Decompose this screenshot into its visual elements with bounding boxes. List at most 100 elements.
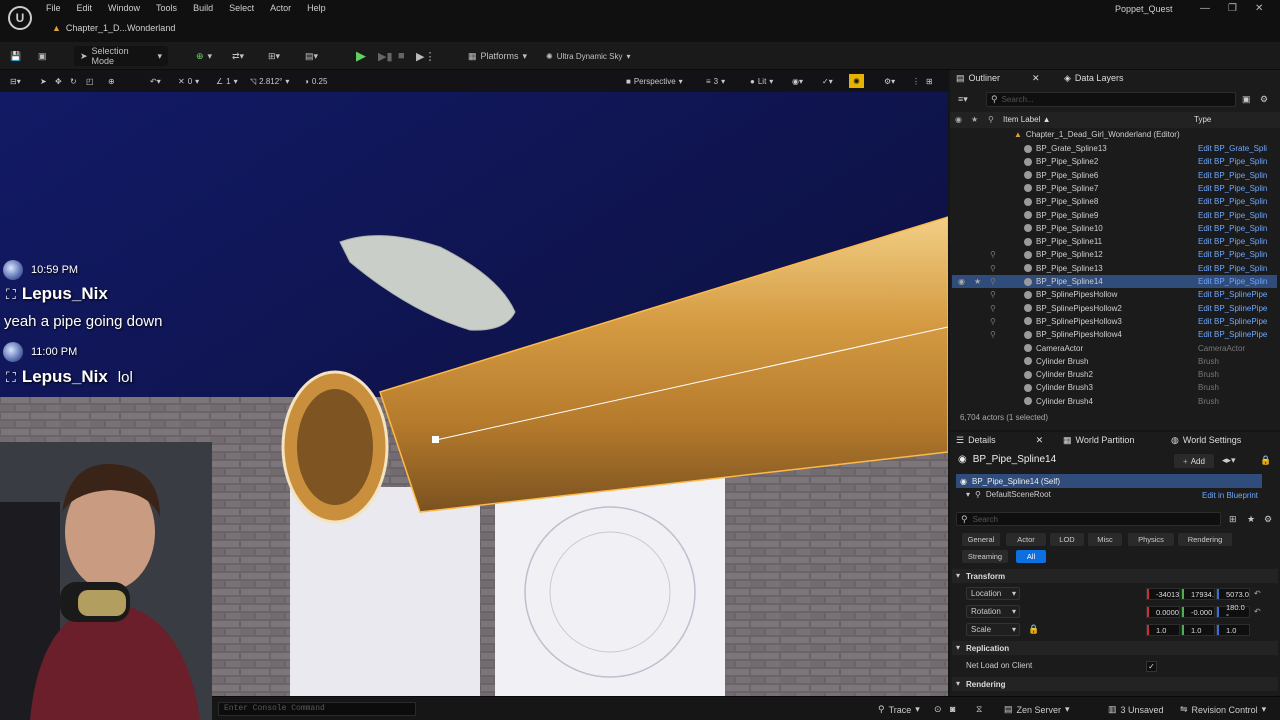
- outliner-row[interactable]: BP_Pipe_Spline10 Edit BP_Pipe_Splin: [952, 222, 1277, 235]
- console-input[interactable]: Enter Console Command: [218, 702, 416, 716]
- rotation-z-input[interactable]: 180.0 °: [1216, 603, 1250, 621]
- favorite-icon[interactable]: ★: [1247, 514, 1255, 525]
- menu-edit[interactable]: Edit: [69, 0, 101, 17]
- scale-z-input[interactable]: 1.0: [1216, 624, 1250, 636]
- actor-name[interactable]: BP_Pipe_Spline14: [973, 454, 1056, 465]
- rotation-y-input[interactable]: -0.000: [1181, 606, 1215, 618]
- pin-icon[interactable]: ⚲: [990, 290, 996, 299]
- unsaved-button[interactable]: ▥ 3 Unsaved: [1108, 704, 1164, 715]
- menu-select[interactable]: Select: [221, 0, 262, 17]
- outliner-row[interactable]: CameraActor CameraActor: [952, 342, 1277, 355]
- snapping-icon[interactable]: ✓▾: [822, 74, 833, 88]
- translate-tool-icon[interactable]: ✥: [55, 74, 62, 88]
- item-label-column[interactable]: Item Label ▲: [1003, 115, 1051, 124]
- outliner-item-type[interactable]: Edit BP_SplinePipe: [1198, 317, 1277, 326]
- reset-icon[interactable]: ↶: [1254, 589, 1261, 598]
- add-actor-icon[interactable]: ⊕ ▾: [196, 46, 212, 66]
- menu-actor[interactable]: Actor: [262, 0, 299, 17]
- reset-icon[interactable]: ↶: [1254, 607, 1261, 616]
- location-dropdown[interactable]: Location ▾: [966, 587, 1020, 600]
- filter-all[interactable]: All: [1016, 550, 1046, 563]
- outliner-item-type[interactable]: Edit BP_Grate_Spli: [1198, 144, 1277, 153]
- outliner-row[interactable]: ⚲ BP_SplinePipesHollow4 Edit BP_SplinePipe: [952, 328, 1277, 341]
- lit-button[interactable]: ● Lit ▾: [750, 74, 773, 88]
- outliner-row[interactable]: ◉ ★ ⚲ BP_Pipe_Spline14 Edit BP_Pipe_Splin: [952, 275, 1277, 288]
- tab-world-partition[interactable]: ▦ World Partition: [1063, 432, 1134, 448]
- screenshot-icon[interactable]: ◙: [950, 704, 955, 714]
- lock-icon[interactable]: 🔒: [1260, 455, 1271, 466]
- menu-tools[interactable]: Tools: [148, 0, 185, 17]
- blueprint-icon[interactable]: ⇄▾: [232, 46, 244, 66]
- world-local-icon[interactable]: ⊕: [108, 74, 115, 88]
- self-component-row[interactable]: ◉ BP_Pipe_Spline14 (Self): [956, 474, 1262, 488]
- outliner-settings-icon[interactable]: ⚙: [1260, 94, 1268, 105]
- outliner-row[interactable]: BP_Pipe_Spline9 Edit BP_Pipe_Splin: [952, 209, 1277, 222]
- play-icon[interactable]: ▶: [356, 46, 366, 66]
- details-search[interactable]: ⚲ Search: [956, 512, 1221, 526]
- view-count-button[interactable]: ≡ 3 ▾: [706, 74, 725, 88]
- select-tool-icon[interactable]: ➤: [40, 74, 47, 88]
- build-icon[interactable]: ▤▾: [305, 46, 318, 66]
- outliner-row[interactable]: Cylinder Brush2 Brush: [952, 368, 1277, 381]
- rendering-section[interactable]: Rendering: [952, 677, 1278, 691]
- scale-x-input[interactable]: 1.0: [1146, 624, 1180, 636]
- outliner-item-type[interactable]: Edit BP_Pipe_Splin: [1198, 184, 1277, 193]
- skip-icon[interactable]: ▶▮: [378, 46, 393, 66]
- outliner-row[interactable]: Cylinder Brush4 Brush: [952, 395, 1277, 408]
- unreal-logo-icon[interactable]: U: [8, 6, 32, 30]
- pin-icon[interactable]: ⚲: [990, 250, 996, 259]
- outliner-row[interactable]: BP_Pipe_Spline6 Edit BP_Pipe_Splin: [952, 169, 1277, 182]
- filter-lod[interactable]: LOD: [1050, 533, 1084, 546]
- filter-rendering[interactable]: Rendering: [1178, 533, 1232, 546]
- outliner-root[interactable]: ▲ Chapter_1_Dead_Girl_Wonderland (Editor): [1014, 130, 1180, 139]
- outliner-row[interactable]: BP_Pipe_Spline8 Edit BP_Pipe_Splin: [952, 195, 1277, 208]
- tab-world-settings[interactable]: ◍ World Settings: [1171, 432, 1241, 448]
- play-options-icon[interactable]: ▶⋮: [416, 46, 435, 66]
- outliner-row[interactable]: ⚲ BP_SplinePipesHollow2 Edit BP_SplinePipe: [952, 302, 1277, 315]
- location-y-input[interactable]: 17934.: [1181, 588, 1215, 600]
- scale-snap-button[interactable]: ◹ 2.812° ▾: [250, 74, 289, 88]
- rotate-tool-icon[interactable]: ↻: [70, 74, 77, 88]
- outliner-row[interactable]: BP_Pipe_Spline7 Edit BP_Pipe_Splin: [952, 182, 1277, 195]
- content-browser-icon[interactable]: ▣: [38, 46, 47, 66]
- realtime-icon[interactable]: ✺: [849, 74, 864, 88]
- rot-snap-button[interactable]: ∠ 1 ▾: [216, 74, 238, 88]
- outliner-row[interactable]: BP_Pipe_Spline2 Edit BP_Pipe_Splin: [952, 155, 1277, 168]
- outliner-item-type[interactable]: Edit BP_Pipe_Splin: [1198, 197, 1277, 206]
- filter-misc[interactable]: Misc: [1088, 533, 1122, 546]
- tab-data-layers[interactable]: ◈ Data Layers: [1064, 70, 1123, 86]
- show-flags-icon[interactable]: ◉▾: [792, 74, 803, 88]
- rotation-x-input[interactable]: 0.0000: [1146, 606, 1180, 618]
- outliner-row[interactable]: ⚲ BP_Pipe_Spline13 Edit BP_Pipe_Splin: [952, 262, 1277, 275]
- filter-physics[interactable]: Physics: [1128, 533, 1174, 546]
- derived-data-icon[interactable]: ⧖: [976, 704, 982, 715]
- sky-button[interactable]: ✺ Ultra Dynamic Sky ▾: [546, 46, 631, 66]
- scale-dropdown[interactable]: Scale ▾: [966, 623, 1020, 636]
- outliner-item-type[interactable]: Edit BP_SplinePipe: [1198, 330, 1277, 339]
- add-folder-icon[interactable]: ▣: [1242, 94, 1251, 105]
- blueprint-options-icon[interactable]: ◂▸▾: [1222, 455, 1236, 466]
- pin-icon[interactable]: ⚲: [990, 330, 996, 339]
- grid-snap-button[interactable]: ✕ 0 ▾: [178, 74, 199, 88]
- level-tab[interactable]: ▲ Chapter_1_D...Wonderland: [44, 18, 183, 38]
- outliner-search[interactable]: ⚲ Search...: [986, 92, 1236, 107]
- minimize-icon[interactable]: —: [1200, 3, 1210, 14]
- outliner-item-type[interactable]: Edit BP_Pipe_Splin: [1198, 277, 1277, 286]
- pin-icon[interactable]: ⚲: [990, 317, 996, 326]
- save-icon[interactable]: 💾: [10, 46, 21, 66]
- property-matrix-icon[interactable]: ⊞: [1229, 514, 1237, 525]
- stop-icon[interactable]: ■: [398, 46, 405, 66]
- edit-in-blueprint-link[interactable]: Edit in Blueprint: [1202, 491, 1258, 500]
- net-load-checkbox[interactable]: ✓: [1146, 661, 1157, 672]
- outliner-item-type[interactable]: Edit BP_Pipe_Splin: [1198, 171, 1277, 180]
- outliner-row[interactable]: ⚲ BP_SplinePipesHollow3 Edit BP_SplinePipe: [952, 315, 1277, 328]
- viewport-settings-icon[interactable]: ⚙▾: [884, 74, 895, 88]
- menu-help[interactable]: Help: [299, 0, 334, 17]
- close-window-icon[interactable]: ✕: [1255, 3, 1263, 14]
- outliner-item-type[interactable]: Edit BP_SplinePipe: [1198, 290, 1277, 299]
- scale-y-input[interactable]: 1.0: [1181, 624, 1215, 636]
- close-icon[interactable]: ✕: [1036, 435, 1044, 446]
- outliner-row[interactable]: BP_Grate_Spline13 Edit BP_Grate_Spli: [952, 142, 1277, 155]
- trace-button[interactable]: ⚲ Trace ▾: [878, 704, 920, 715]
- outliner-row[interactable]: Cylinder Brush Brush: [952, 355, 1277, 368]
